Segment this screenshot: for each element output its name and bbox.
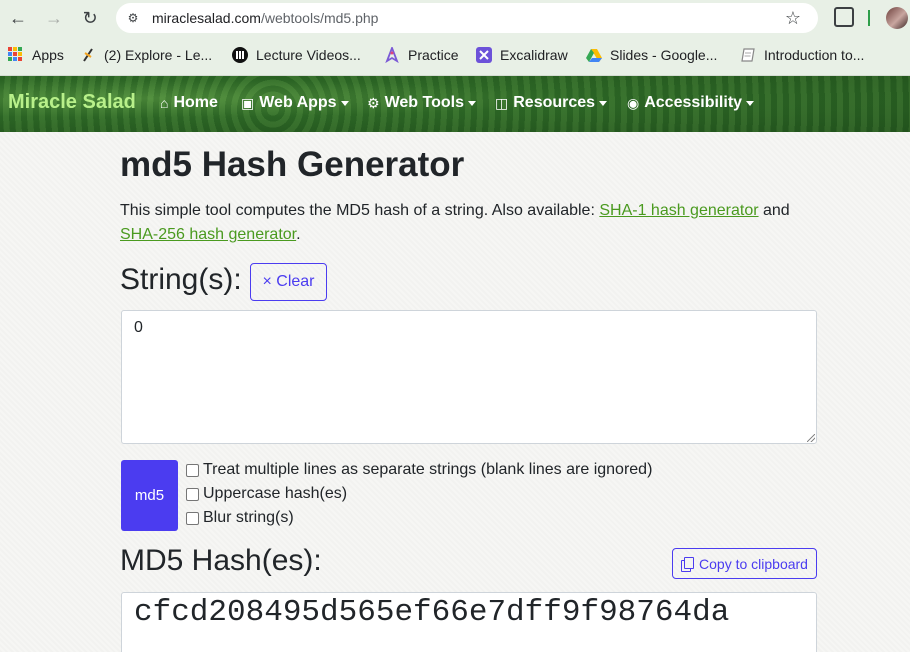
universal-access-icon: ◉: [627, 94, 640, 111]
md5-button[interactable]: md5: [121, 460, 178, 531]
bookmark-practice[interactable]: Practice: [384, 44, 459, 66]
copy-icon: [681, 557, 695, 572]
profile-avatar[interactable]: [886, 7, 908, 29]
bookmark-excalidraw[interactable]: Excalidraw: [476, 44, 568, 66]
nav-resources-label: Resources: [513, 94, 596, 111]
url-host: miraclesalad.com: [152, 10, 261, 26]
lecture-icon: [232, 47, 248, 63]
sha1-link[interactable]: SHA-1 hash generator: [599, 202, 758, 219]
bookmark-star-icon[interactable]: ☆: [782, 7, 804, 29]
nav-home-label: Home: [173, 94, 218, 111]
resize-handle-icon[interactable]: [807, 434, 815, 442]
option-label: Blur string(s): [203, 509, 294, 526]
strings-heading: String(s):: [120, 263, 242, 296]
page-title: md5 Hash Generator: [120, 145, 465, 184]
nav-home[interactable]: ⌂ Home: [160, 94, 218, 112]
url-path: /webtools/md5.php: [260, 10, 379, 26]
explore-icon: [80, 47, 96, 63]
bookmark-label: Excalidraw: [500, 47, 568, 63]
nav-web-tools[interactable]: ⚙ Web Tools: [367, 94, 476, 112]
copy-to-clipboard-button[interactable]: Copy to clipboard: [672, 548, 817, 579]
bookmark-label: Slides - Google...: [610, 47, 718, 63]
sha256-link[interactable]: SHA-256 hash generator: [120, 226, 296, 243]
intro-text: This simple tool computes the MD5 hash o…: [120, 202, 600, 219]
home-icon: ⌂: [160, 95, 169, 111]
option-label: Uppercase hash(es): [203, 485, 348, 502]
bookmark-label: (2) Explore - Le...: [104, 47, 213, 63]
caret-down-icon: [467, 100, 476, 106]
option-label: Treat multiple lines as separate strings…: [203, 461, 653, 478]
site-info-icon[interactable]: ⚙: [124, 9, 142, 27]
hash-output[interactable]: cfcd208495d565ef66e7dff9f98764da: [121, 592, 817, 652]
apps-grid-icon: [8, 47, 24, 63]
address-bar[interactable]: ⚙ miraclesalad.com/webtools/md5.php ☆: [116, 3, 818, 33]
nav-accessibility-label: Accessibility: [644, 94, 743, 111]
strings-input[interactable]: 0: [121, 310, 817, 444]
option-multiple-lines[interactable]: Treat multiple lines as separate strings…: [186, 461, 652, 479]
bookmark-label: Introduction to...: [764, 47, 865, 63]
intro-paragraph: This simple tool computes the MD5 hash o…: [120, 199, 820, 247]
bookmark-explore[interactable]: (2) Explore - Le...: [80, 44, 212, 66]
gift-icon: ◫: [495, 94, 509, 111]
url-text[interactable]: miraclesalad.com/webtools/md5.php: [152, 9, 378, 27]
bookmark-introduction[interactable]: Introduction to...: [740, 44, 864, 66]
option-uppercase[interactable]: Uppercase hash(es): [186, 485, 347, 503]
extensions-icon[interactable]: [834, 7, 854, 27]
page-icon: [740, 47, 756, 63]
bookmarks-bar: Apps (2) Explore - Le... Lecture Videos.…: [0, 36, 910, 76]
practice-icon: [384, 45, 400, 64]
option-blur[interactable]: Blur string(s): [186, 509, 294, 527]
browser-toolbar: ← → ↻ ⚙ miraclesalad.com/webtools/md5.ph…: [0, 0, 910, 36]
cogs-icon: ⚙: [367, 94, 380, 111]
excalidraw-icon: [476, 47, 492, 63]
bookmark-label: Practice: [408, 47, 459, 63]
bookmark-apps[interactable]: Apps: [8, 44, 64, 66]
bookmark-label: Lecture Videos...: [256, 47, 361, 63]
bookmark-label: Apps: [32, 47, 64, 63]
uppercase-checkbox[interactable]: [186, 487, 199, 501]
intro-end: .: [296, 226, 301, 243]
caret-down-icon: [340, 100, 349, 106]
nav-web-tools-label: Web Tools: [384, 94, 464, 111]
intro-and: and: [758, 202, 790, 219]
strings-input-value: 0: [134, 319, 143, 336]
site-navbar: Miracle Salad ⌂ Home ▣ Web Apps ⚙ Web To…: [0, 76, 910, 132]
toolbar-divider: [868, 10, 870, 26]
forward-arrow-icon[interactable]: →: [42, 6, 66, 30]
clear-button[interactable]: × Clear: [250, 263, 327, 301]
google-drive-icon: [586, 47, 602, 63]
copy-label: Copy to clipboard: [699, 555, 808, 572]
bookmark-slides[interactable]: Slides - Google...: [586, 44, 717, 66]
reload-icon[interactable]: ↻: [78, 6, 102, 30]
caret-down-icon: [599, 100, 608, 106]
blur-checkbox[interactable]: [186, 511, 199, 525]
bookmark-lecture-videos[interactable]: Lecture Videos...: [232, 44, 361, 66]
nav-resources[interactable]: ◫ Resources: [495, 94, 608, 112]
nav-web-apps-label: Web Apps: [259, 94, 337, 111]
nav-web-apps[interactable]: ▣ Web Apps: [241, 94, 349, 112]
hashes-heading: MD5 Hash(es):: [120, 544, 322, 577]
nav-accessibility[interactable]: ◉ Accessibility: [627, 94, 755, 112]
briefcase-icon: ▣: [241, 94, 255, 111]
back-arrow-icon[interactable]: ←: [6, 6, 30, 30]
caret-down-icon: [746, 100, 755, 106]
brand-logo[interactable]: Miracle Salad: [8, 91, 136, 114]
multiple-lines-checkbox[interactable]: [186, 463, 199, 477]
